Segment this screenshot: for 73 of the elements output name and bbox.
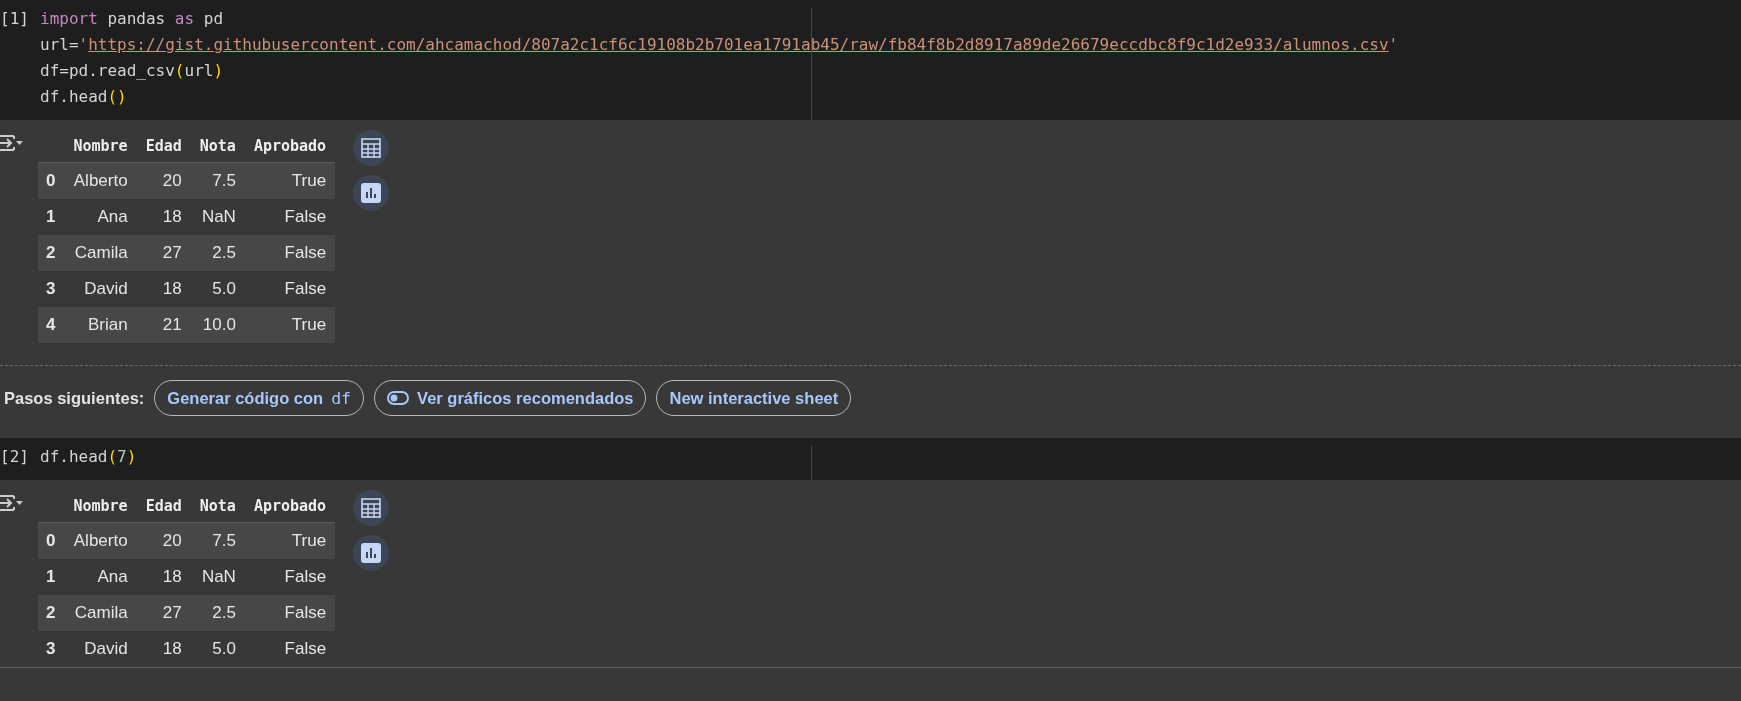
row-index: 1 [38,199,65,235]
row-index: 4 [38,307,65,343]
table-icon [361,138,382,158]
table-view-button[interactable] [353,130,390,166]
table-cell: 5.0 [190,271,245,307]
code-line: df.head(7) [40,446,137,468]
table-cell: Brian [64,307,137,343]
chart-button[interactable] [353,535,390,571]
code-line: df=pd.read_csv(url) [40,60,224,82]
table-cell: 7.5 [190,522,245,559]
table-cell: 21 [136,307,191,343]
row-index: 2 [38,595,65,631]
table-cell: True [244,162,336,199]
table-view-button[interactable] [353,490,390,526]
table-cell: 2.5 [190,595,245,631]
table-cell: True [244,522,336,559]
row-index: 1 [38,559,65,595]
column-header: Nota [190,490,245,523]
table-cell: NaN [190,199,245,235]
column-header: Aprobado [244,490,336,523]
table-cell: 18 [136,559,191,595]
toggle-icon [387,391,410,405]
column-header: Nota [190,130,245,163]
next-steps-label: Pasos siguientes: [4,388,145,408]
execution-count: [2] [0,446,30,468]
table-cell: Alberto [64,162,137,199]
table-cell: False [244,199,336,235]
bar-chart-icon [361,543,382,563]
table-cell: 20 [136,162,191,199]
code-line: import pandas as pd [40,8,224,30]
code-line: url='https://gist.githubusercontent.com/ahcamachod/807a2c1cf6c19108b2b701ea1791ab45/raw/fb84f8b2d8917a89de26679eccdbc8f9c1d2e933/alumnos.csv' [40,34,1399,56]
table-cell: NaN [190,559,245,595]
output-toggle-icon[interactable] [0,494,24,512]
table-cell: 27 [136,235,191,271]
table-cell: 18 [136,271,191,307]
table-cell: David [64,271,137,307]
table-cell: False [244,631,336,667]
table-cell: False [244,235,336,271]
table-cell: 27 [136,595,191,631]
table-cell: Camila [64,235,137,271]
column-header: Nombre [64,130,137,163]
execution-count: [1] [0,8,30,30]
table-icon [361,498,382,518]
table-cell: 20 [136,522,191,559]
column-header: Edad [136,490,191,523]
output-toggle-icon[interactable] [0,134,24,152]
row-index: 3 [38,631,65,667]
row-index: 3 [38,271,65,307]
table-cell: Ana [64,199,137,235]
table-cell: 10.0 [190,307,245,343]
table-cell: 7.5 [190,162,245,199]
chart-button[interactable] [353,175,390,211]
column-header: Edad [136,130,191,163]
table-cell: Alberto [64,522,137,559]
column-header: Nombre [64,490,137,523]
row-index: 0 [38,162,65,199]
table-cell: David [64,631,137,667]
row-index: 0 [38,522,65,559]
table-cell: 18 [136,631,191,667]
table-cell: 18 [136,199,191,235]
bar-chart-icon [361,183,382,203]
table-cell: False [244,559,336,595]
table-cell: False [244,595,336,631]
table-cell: Camila [64,595,137,631]
table-cell: 2.5 [190,235,245,271]
table-cell: 5.0 [190,631,245,667]
code-line: df.head() [40,86,127,108]
column-header: Aprobado [244,130,336,163]
table-cell: False [244,271,336,307]
code-link[interactable]: https://gist.githubusercontent.com/ahcamachod/807a2c1cf6c19108b2b701ea1791ab45/raw/fb84f8b2d8917a89de26679eccdbc8f9c1d2e933/alumnos.csv [88,35,1389,54]
row-index: 2 [38,235,65,271]
table-cell: Ana [64,559,137,595]
table-cell: True [244,307,336,343]
